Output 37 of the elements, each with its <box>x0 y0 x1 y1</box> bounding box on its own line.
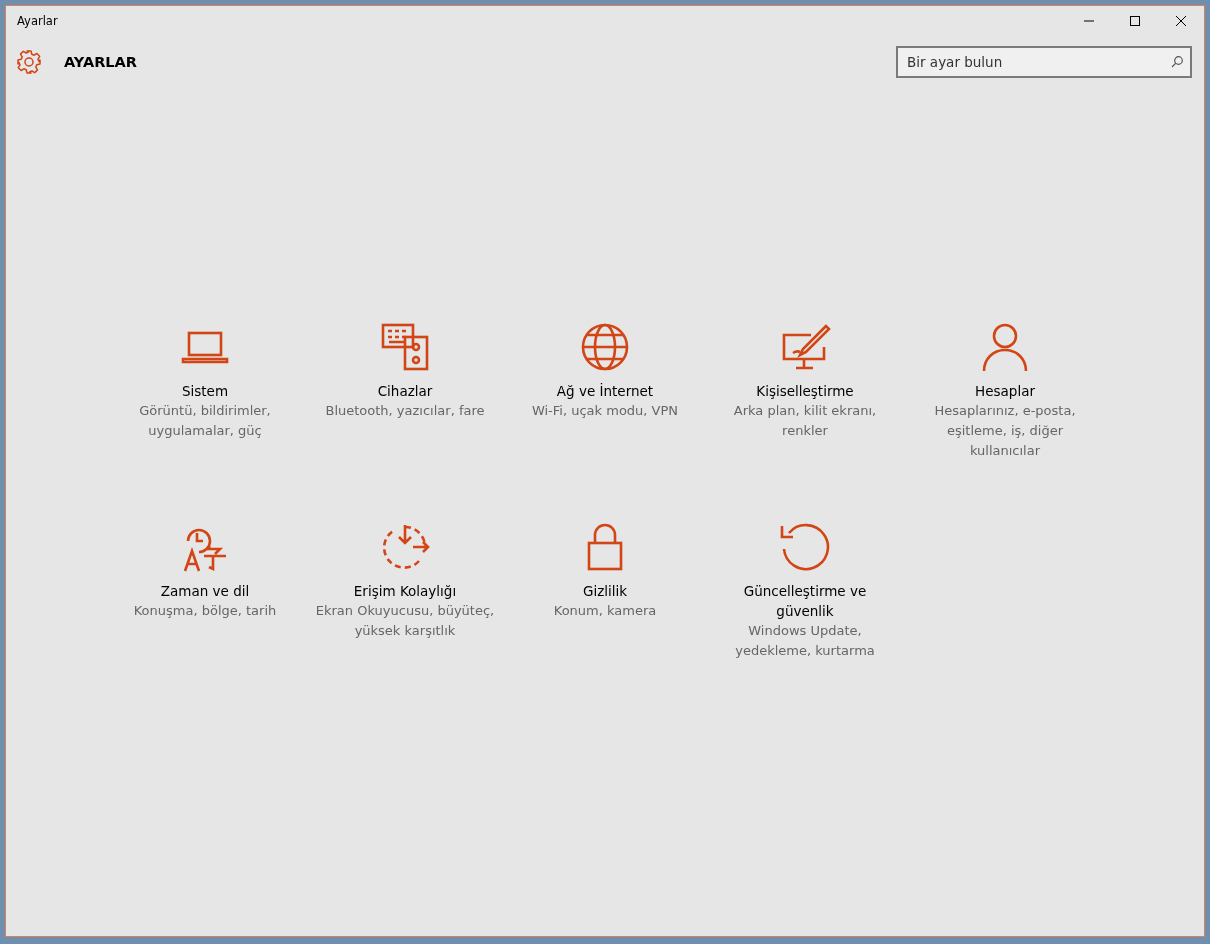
window-title: Ayarlar <box>17 14 59 28</box>
settings-category[interactable]: Ağ ve İnternet Wi-Fi, uçak modu, VPN <box>505 321 705 521</box>
category-title: Cihazlar <box>376 382 434 401</box>
category-description: Windows Update, yedekleme, kurtarma <box>734 622 876 660</box>
category-title: Hesaplar <box>974 382 1036 401</box>
settings-category[interactable]: Zaman ve dil Konuşma, bölge, tarih <box>105 521 305 721</box>
category-description: Wi-Fi, uçak modu, VPN <box>530 402 680 420</box>
settings-category[interactable]: Hesaplar Hesaplarınız, e-posta, eşitleme, iş, diğer kullanıcılar <box>905 321 1105 521</box>
category-description: Görüntü, bildirimler, uygulamalar, güç <box>138 402 272 440</box>
maximize-icon <box>1129 15 1141 27</box>
settings-category[interactable]: Kişiselleştirme Arka plan, kilit ekranı, renkler <box>705 321 905 521</box>
page-title: AYARLAR <box>64 54 138 70</box>
category-description: Arka plan, kilit ekranı, renkler <box>732 402 878 440</box>
category-title: Kişiselleştirme <box>755 382 855 401</box>
settings-category[interactable]: Erişim Kolaylığı Ekran Okuyucusu, büyüteç, yüksek karşıtlık <box>305 521 505 721</box>
settings-icon <box>16 49 42 75</box>
category-title: Güncelleştirme ve güvenlik <box>742 582 868 621</box>
category-description: Hesaplarınız, e-posta, eşitleme, iş, diğer kullanıcılar <box>933 402 1077 460</box>
close-icon <box>1175 15 1187 27</box>
search-icon <box>1171 56 1183 68</box>
settings-category[interactable]: Güncelleştirme ve güvenlik Windows Update, yedekleme, kurtarma <box>705 521 905 721</box>
category-icon <box>379 321 431 373</box>
category-title: Ağ ve İnternet <box>555 382 655 401</box>
category-description: Konum, kamera <box>552 602 658 620</box>
category-title: Sistem <box>180 382 230 401</box>
category-description: Bluetooth, yazıcılar, fare <box>324 402 486 420</box>
settings-category[interactable]: Cihazlar Bluetooth, yazıcılar, fare <box>305 321 505 521</box>
category-title: Zaman ve dil <box>159 582 251 601</box>
search-field[interactable]: Bir ayar bulun <box>896 46 1192 78</box>
settings-category[interactable]: Sistem Görüntü, bildirimler, uygulamalar, güç <box>105 321 305 521</box>
category-title: Erişim Kolaylığı <box>352 582 458 601</box>
category-icon <box>779 521 831 573</box>
category-description: Ekran Okuyucusu, büyüteç, yüksek karşıtlık <box>314 602 496 640</box>
settings-category[interactable]: Gizlilik Konum, kamera <box>505 521 705 721</box>
category-description: Konuşma, bölge, tarih <box>132 602 278 620</box>
category-title: Gizlilik <box>581 582 629 601</box>
category-icon <box>579 321 631 373</box>
